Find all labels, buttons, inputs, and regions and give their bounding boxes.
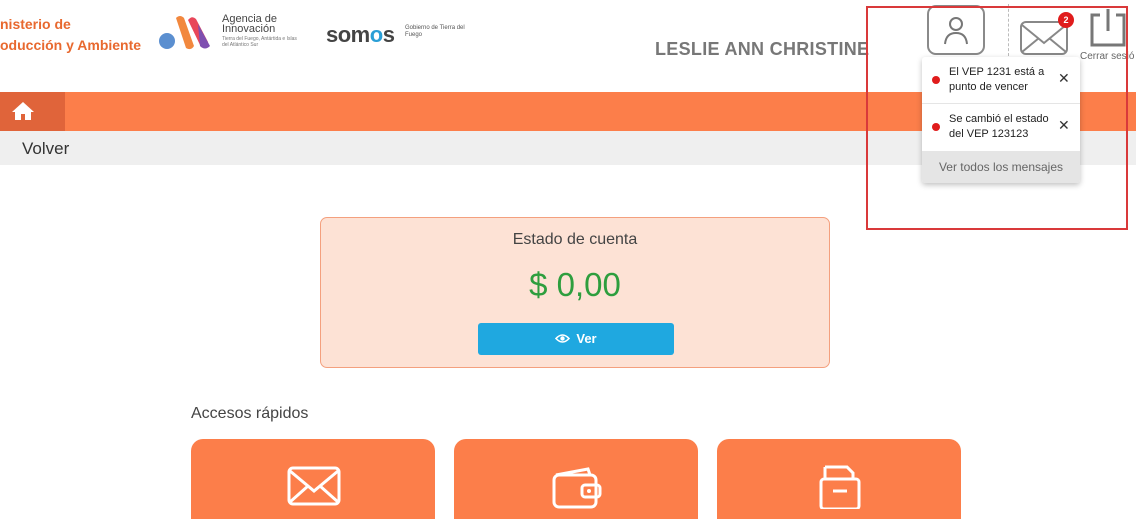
close-icon[interactable]: ✕: [1058, 117, 1070, 133]
view-account-button[interactable]: Ver: [478, 323, 674, 355]
notification-text: Se cambió el estado del VEP 123123: [949, 113, 1049, 140]
unread-dot-icon: [932, 76, 940, 84]
quick-access-card-messages[interactable]: [191, 439, 435, 519]
home-icon: [12, 102, 34, 120]
somos-logo: somos: [326, 22, 395, 48]
somos-o: o: [369, 22, 383, 47]
unread-dot-icon: [932, 123, 940, 131]
ministry-line-1: nisterio de: [0, 16, 71, 32]
agency-line-3: Tierra del Fuego, Antártida e Islas del …: [222, 36, 297, 48]
header-divider: [1008, 4, 1009, 56]
quick-access-card-wallet[interactable]: [454, 439, 698, 519]
notification-item[interactable]: Se cambió el estado del VEP 123123 ✕: [922, 104, 1080, 150]
notifications-dropdown: El VEP 1231 está a punto de vencer ✕ Se …: [922, 57, 1080, 183]
messages-count-badge: 2: [1058, 12, 1074, 28]
somos-subtitle: Gobierno de Tierra del Fuego: [405, 25, 465, 38]
somos-suffix: s: [382, 22, 395, 47]
ministry-line-2: oducción y Ambiente: [0, 37, 142, 53]
logout-icon[interactable]: [1088, 7, 1128, 47]
notification-item[interactable]: El VEP 1231 está a punto de vencer ✕: [922, 57, 1080, 104]
file-cabinet-icon: [819, 465, 861, 509]
view-account-label: Ver: [576, 331, 597, 346]
account-status-title: Estado de cuenta: [512, 231, 638, 248]
home-button[interactable]: [0, 92, 65, 131]
notification-text: El VEP 1231 está a punto de vencer: [949, 66, 1045, 93]
username: LESLIE ANN CHRISTINE: [655, 39, 870, 59]
somos-prefix: som: [326, 22, 370, 47]
account-balance: $ 0,00: [529, 266, 621, 303]
logout-label[interactable]: Cerrar sesió: [1080, 51, 1134, 62]
envelope-icon: [287, 466, 341, 506]
agency-logo-icon: [159, 16, 210, 50]
close-icon[interactable]: ✕: [1058, 70, 1070, 86]
quick-access-title: Accesos rápidos: [191, 405, 309, 422]
account-status-card: Estado de cuenta $ 0,00 Ver: [320, 217, 830, 368]
user-icon: [944, 17, 968, 45]
agency-line-2: Innovación: [222, 23, 276, 35]
ministry-logo-text: nisterio de oducción y Ambiente: [0, 14, 141, 56]
user-profile-button[interactable]: [927, 5, 985, 55]
back-link[interactable]: Volver: [22, 139, 69, 159]
agency-logo-text: Agencia de Innovación Tierra del Fuego, …: [222, 14, 302, 49]
wallet-icon: [552, 467, 602, 509]
quick-access-card-files[interactable]: [717, 439, 961, 519]
eye-icon: [555, 334, 571, 343]
view-all-messages-link[interactable]: Ver todos los mensajes: [922, 151, 1080, 183]
